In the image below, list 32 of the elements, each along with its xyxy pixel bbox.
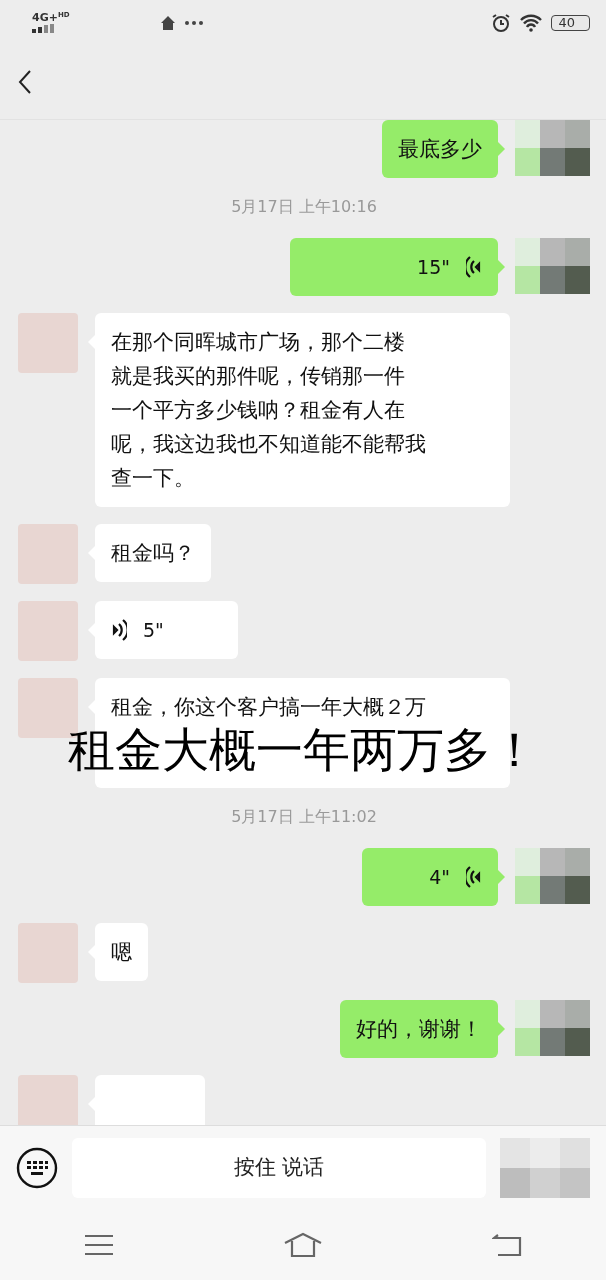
back-icon[interactable]	[18, 69, 32, 95]
home-icon	[159, 14, 176, 31]
message-text: 嗯	[111, 940, 132, 964]
message-text: 租金吗？	[111, 541, 195, 565]
keyboard-icon[interactable]	[16, 1147, 58, 1189]
avatar	[18, 524, 78, 584]
voice-icon	[466, 865, 482, 889]
message-text: 租金，你这个客户搞一年大概２万	[111, 695, 426, 719]
voice-icon	[111, 618, 127, 642]
wifi-icon	[519, 13, 544, 32]
voice-message[interactable]: 15"	[290, 238, 498, 296]
menu-icon[interactable]	[84, 1234, 115, 1256]
avatar	[18, 313, 78, 373]
message-text: 好的，谢谢！	[356, 1017, 482, 1041]
avatar	[18, 923, 78, 983]
avatar	[18, 601, 78, 661]
timestamp: 5月17日 上午11:02	[231, 807, 377, 826]
message-text: 在那个同晖城市广场，那个二楼 就是我买的那件呢，传销那一件 一个平方多少钱呐？租金有人在 呢，我这边我也不知道能不能帮我 查一下。	[111, 330, 426, 490]
more-icon	[183, 19, 204, 26]
network-indicator: 4G+$^{HD}$	[32, 11, 70, 34]
timestamp: 5月17日 上午10:16	[231, 197, 377, 216]
hold-to-talk-button[interactable]: 按住 说话	[72, 1138, 486, 1198]
bubble-tail	[498, 260, 505, 274]
message-text: 最底多少	[398, 137, 482, 161]
voice-icon	[466, 255, 482, 279]
battery-icon: 40	[551, 14, 590, 31]
alarm-icon	[491, 12, 512, 33]
voice-message[interactable]: 5"	[95, 601, 238, 659]
bubble-tail	[498, 870, 505, 884]
caption: 租金大概一年两万多！	[67, 722, 539, 779]
voice-message[interactable]: 4"	[362, 848, 498, 906]
home-icon[interactable]	[283, 1232, 323, 1258]
